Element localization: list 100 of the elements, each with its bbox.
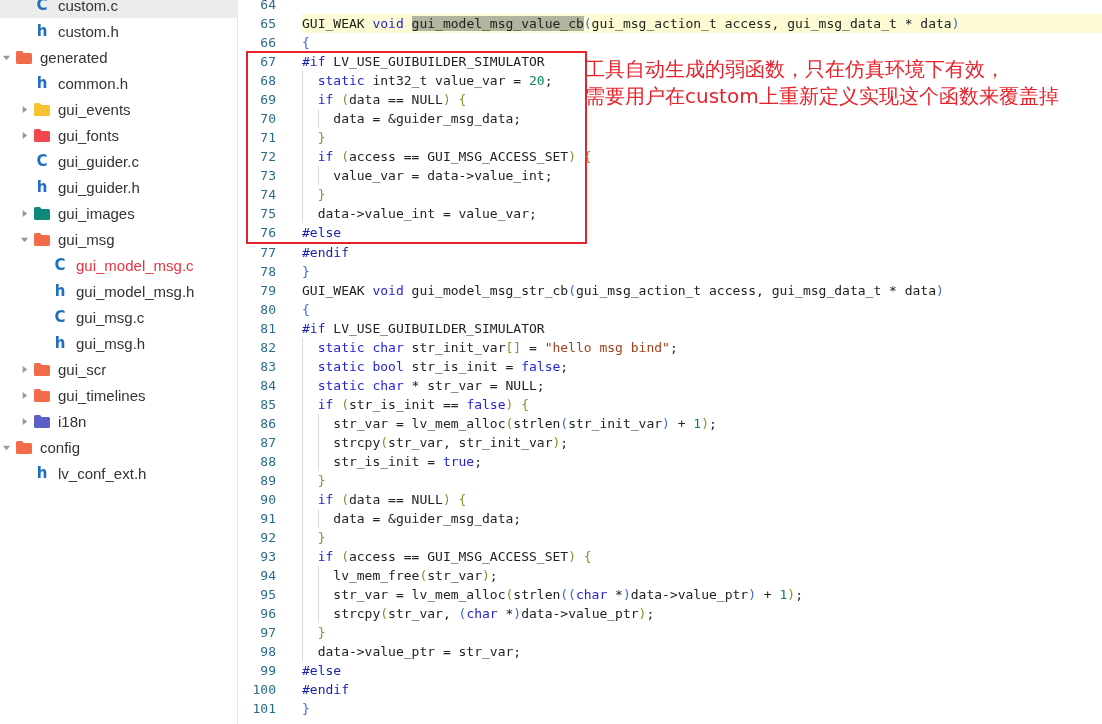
- file-type-icon: h: [36, 464, 48, 482]
- line-number: 76: [259, 225, 276, 240]
- code-line: str_var = lv_mem_alloc(strlen((char *)data->value_ptr) + 1);: [332, 587, 803, 602]
- file-item[interactable]: C gui_model_msg.c: [0, 252, 237, 278]
- code-line: data->value_int = value_var;: [316, 206, 537, 221]
- file-type-icon: h: [36, 74, 48, 92]
- line-number: 79: [259, 283, 276, 298]
- code-line: static char str_init_var[] = "hello msg bind";: [316, 340, 678, 355]
- file-item[interactable]: h gui_guider.h: [0, 174, 237, 200]
- line-number: 86: [259, 416, 276, 431]
- code-line: static bool str_is_init = false;: [316, 359, 569, 374]
- code-line: {: [302, 35, 310, 50]
- line-number: 85: [259, 397, 276, 412]
- code-line: str_var = lv_mem_alloc(strlen(str_init_var) + 1);: [332, 416, 717, 431]
- line-number: 80: [259, 302, 276, 317]
- code-line: GUI_WEAK void gui_model_msg_str_cb(gui_msg_action_t access, gui_msg_data_t * data): [302, 283, 944, 298]
- file-item[interactable]: h gui_model_msg.h: [0, 278, 237, 304]
- code-line: static char * str_var = NULL;: [316, 378, 545, 393]
- code-line: }: [316, 625, 326, 640]
- line-number: 87: [259, 435, 276, 450]
- line-number: 99: [259, 663, 276, 678]
- file-type-icon: h: [36, 178, 48, 196]
- code-line: data = &guider_msg_data;: [332, 111, 522, 126]
- line-number: 77: [259, 245, 276, 260]
- code-line: data = &guider_msg_data;: [332, 511, 522, 526]
- file-item[interactable]: h common.h: [0, 70, 237, 96]
- code-line: {: [302, 302, 310, 317]
- code-line: }: [316, 530, 326, 545]
- folder-item[interactable]: gui_events: [0, 96, 237, 122]
- code-line: strcpy(str_var, str_init_var);: [332, 435, 569, 450]
- line-number: 90: [259, 492, 276, 507]
- line-number: 100: [251, 682, 276, 697]
- line-number: 89: [259, 473, 276, 488]
- code-line: static int32_t value_var = 20;: [316, 73, 553, 88]
- line-number: 82: [259, 340, 276, 355]
- code-line: }: [302, 264, 310, 279]
- code-line: }: [316, 130, 326, 145]
- code-line: }: [316, 473, 326, 488]
- code-line: #if LV_USE_GUIBUILDER_SIMULATOR: [302, 321, 545, 336]
- file-type-icon: h: [36, 22, 48, 40]
- line-number: 65: [259, 16, 276, 31]
- folder-item[interactable]: i18n: [0, 408, 237, 434]
- line-number: 92: [259, 530, 276, 545]
- folder-item[interactable]: gui_images: [0, 200, 237, 226]
- line-number: 64: [259, 0, 276, 12]
- code-line: #endif: [302, 245, 349, 260]
- line-number: 93: [259, 549, 276, 564]
- line-number: 88: [259, 454, 276, 469]
- line-number: 69: [259, 92, 276, 107]
- code-line: #else: [302, 663, 342, 678]
- file-type-icon: h: [54, 282, 66, 300]
- annotation-text: 工具自动生成的弱函数，只在仿真环境下有效，: [585, 56, 1006, 83]
- line-number: 96: [259, 606, 276, 621]
- line-number: 66: [259, 35, 276, 50]
- folder-item[interactable]: config: [0, 434, 237, 460]
- line-number: 98: [259, 644, 276, 659]
- code-line: if (access == GUI_MSG_ACCESS_SET) {: [316, 549, 592, 564]
- line-number: 73: [259, 168, 276, 183]
- line-number: 71: [259, 130, 276, 145]
- file-type-icon: C: [54, 256, 66, 274]
- code-line: str_is_init = true;: [332, 454, 483, 469]
- file-type-icon: C: [36, 152, 48, 170]
- file-type-icon: h: [54, 334, 66, 352]
- code-line: value_var = data->value_int;: [332, 168, 553, 183]
- code-line: GUI_WEAK void gui_model_msg_value_cb(gui_msg_action_t access, gui_msg_data_t * data): [302, 16, 960, 31]
- code-line: }: [316, 187, 326, 202]
- folder-item[interactable]: gui_timelines: [0, 382, 237, 408]
- folder-item[interactable]: gui_msg: [0, 226, 237, 252]
- line-number: 67: [259, 54, 276, 69]
- file-item[interactable]: C gui_guider.c: [0, 148, 237, 174]
- line-number: 101: [251, 701, 276, 716]
- code-line: lv_mem_free(str_var);: [332, 568, 498, 583]
- folder-item[interactable]: gui_fonts: [0, 122, 237, 148]
- code-line: if (data == NULL) {: [316, 92, 467, 107]
- folder-item[interactable]: gui_scr: [0, 356, 237, 382]
- line-number: 84: [259, 378, 276, 393]
- code-line: }: [302, 701, 310, 716]
- code-line: if (str_is_init == false) {: [316, 397, 529, 412]
- line-number: 70: [259, 111, 276, 126]
- code-line: data->value_ptr = str_var;: [316, 644, 522, 659]
- code-line: #endif: [302, 682, 349, 697]
- folder-item[interactable]: generated: [0, 44, 237, 70]
- line-number: 74: [259, 187, 276, 202]
- line-number: 94: [259, 568, 276, 583]
- file-item[interactable]: h lv_conf_ext.h: [0, 460, 237, 486]
- line-number: 78: [259, 264, 276, 279]
- line-number: 72: [259, 149, 276, 164]
- line-number: 68: [259, 73, 276, 88]
- code-line: strcpy(str_var, (char *)data->value_ptr);: [332, 606, 655, 621]
- file-item[interactable]: h custom.h: [0, 18, 237, 44]
- code-line: #if LV_USE_GUIBUILDER_SIMULATOR: [302, 54, 545, 69]
- line-number: 75: [259, 206, 276, 221]
- file-item[interactable]: C gui_msg.c: [0, 304, 237, 330]
- file-item[interactable]: h gui_msg.h: [0, 330, 237, 356]
- line-number: 97: [259, 625, 276, 640]
- file-type-icon: C: [54, 308, 66, 326]
- line-number: 95: [259, 587, 276, 602]
- line-number: 91: [259, 511, 276, 526]
- annotation-text: 需要用户在custom上重新定义实现这个函数来覆盖掉: [585, 83, 1059, 110]
- line-number: 83: [259, 359, 276, 374]
